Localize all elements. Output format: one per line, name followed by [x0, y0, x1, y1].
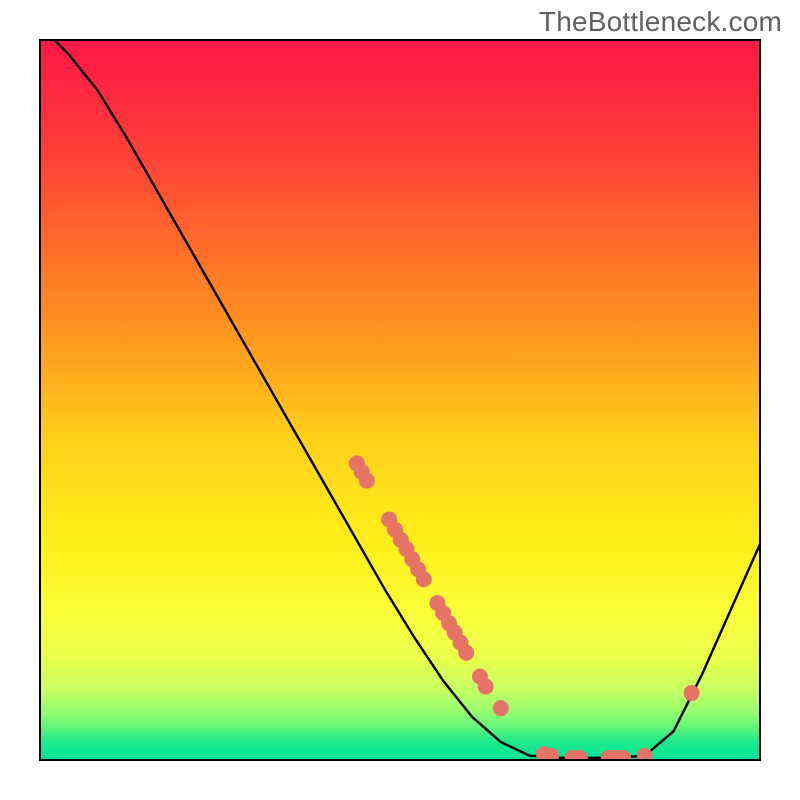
gradient-background [40, 40, 760, 760]
watermark-text: TheBottleneck.com [539, 6, 782, 38]
data-marker [458, 645, 474, 661]
data-marker [416, 571, 432, 587]
chart-container: TheBottleneck.com [0, 0, 800, 800]
data-marker [572, 750, 588, 766]
data-marker [615, 750, 631, 766]
data-marker [543, 748, 559, 764]
bottleneck-chart [0, 0, 800, 800]
data-marker [478, 679, 494, 695]
data-marker [359, 473, 375, 489]
data-marker [637, 748, 653, 764]
data-marker [493, 700, 509, 716]
data-marker [684, 685, 700, 701]
